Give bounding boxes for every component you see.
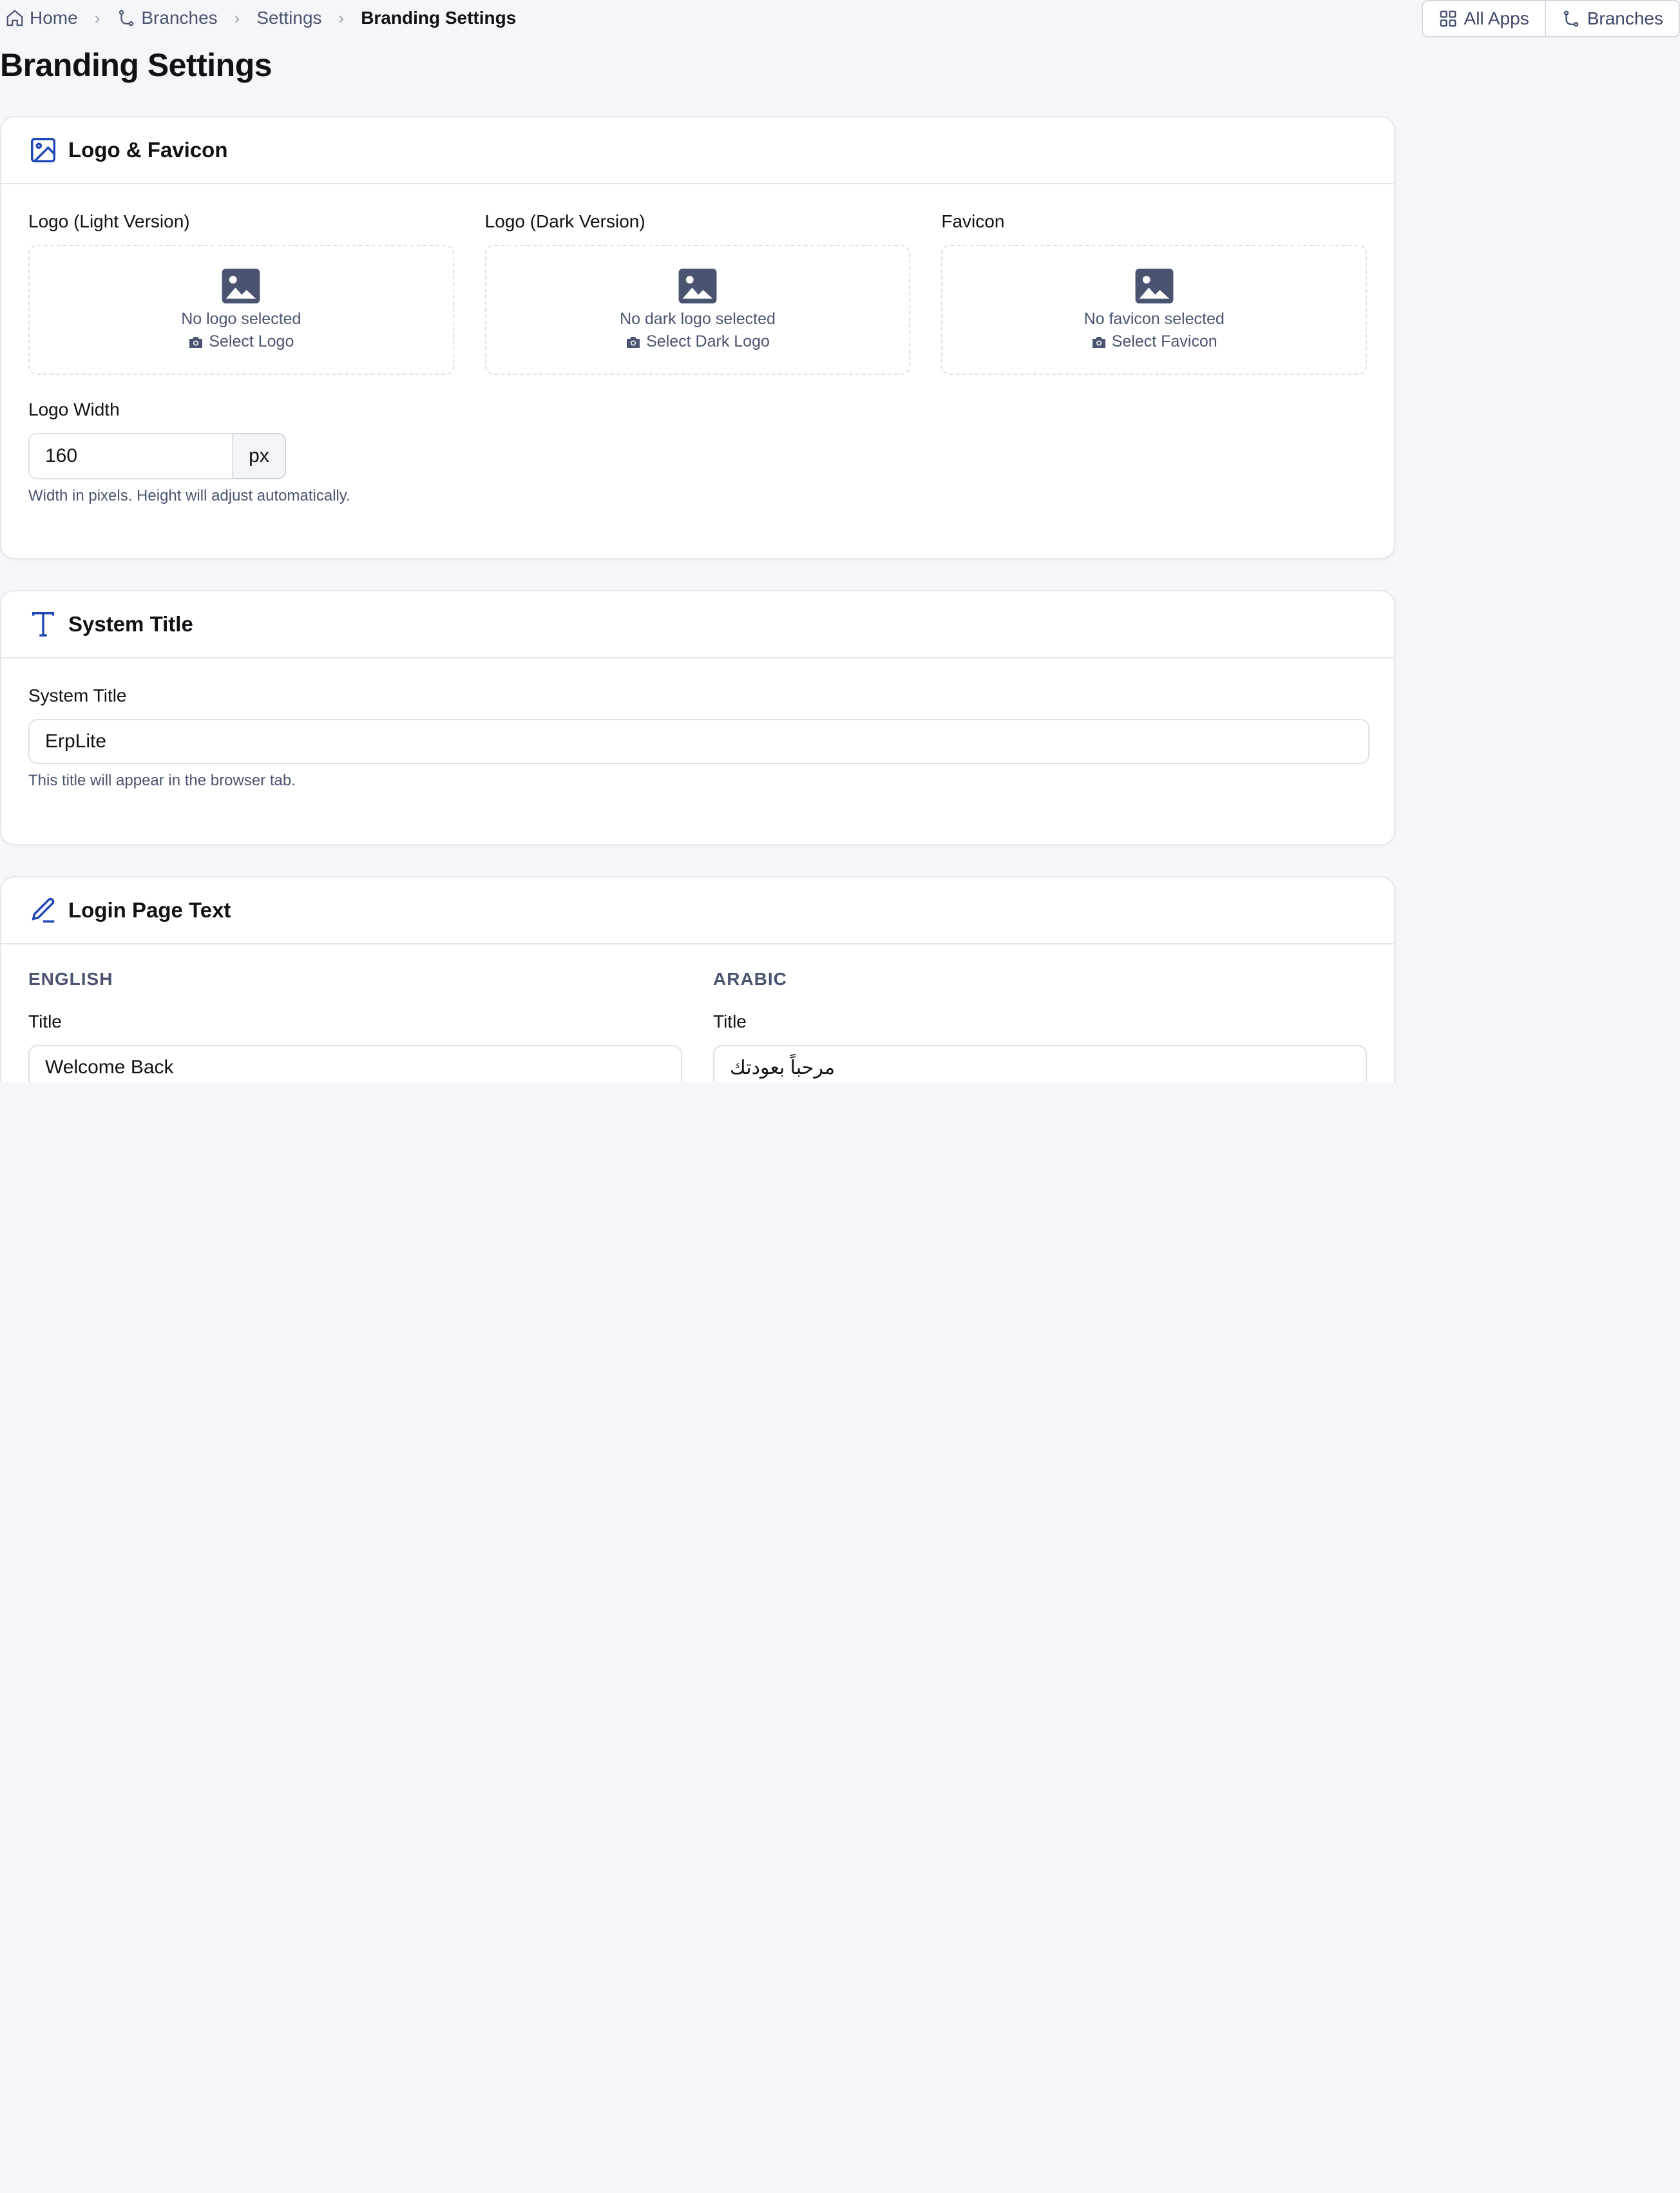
breadcrumb-settings-label: Settings [256, 8, 322, 28]
image-icon [678, 269, 717, 303]
all-apps-label: All Apps [1464, 8, 1529, 28]
select-favicon-button[interactable]: Select Favicon [1091, 332, 1217, 351]
upload-logo-light: Logo (Light Version) No logo selected Se… [28, 211, 454, 375]
card-title: System Title [68, 612, 193, 636]
breadcrumb-separator: › [234, 8, 240, 28]
logo-width-group: 160 px [28, 433, 286, 479]
select-dark-logo-label: Select Dark Logo [646, 332, 770, 350]
home-icon [6, 10, 23, 26]
system-title-help: This title will appear in the browser ta… [28, 772, 296, 789]
arabic-column: ARABIC Title مرحباً بعودتك [713, 969, 1367, 1082]
all-apps-button[interactable]: All Apps [1423, 1, 1545, 36]
logo-width-input[interactable]: 160 [28, 433, 233, 479]
arabic-title-input[interactable]: مرحباً بعودتك [713, 1045, 1367, 1082]
branch-icon [1563, 10, 1578, 27]
camera-icon [1092, 336, 1105, 348]
logo-dark-dropzone[interactable]: No dark logo selected Select Dark Logo [484, 245, 911, 375]
system-title-label: System Title [28, 685, 127, 705]
logo-light-dropzone[interactable]: No logo selected Select Logo [28, 245, 454, 375]
breadcrumb-home[interactable]: Home [5, 8, 78, 28]
branches-label: Branches [1587, 8, 1663, 28]
logo-width-label: Logo Width [28, 399, 120, 419]
breadcrumb: Home › Branches › Settings › Branding Se… [5, 8, 516, 28]
upload-favicon: Favicon No favicon selected Select Favic… [941, 211, 1368, 375]
camera-icon [189, 336, 203, 348]
favicon-dropzone[interactable]: No favicon selected Select Favicon [941, 245, 1368, 375]
logo-width-help: Width in pixels. Height will adjust auto… [28, 487, 350, 504]
branch-icon [119, 10, 134, 26]
arabic-title-label: Title [713, 1011, 747, 1031]
arabic-heading: ARABIC [713, 969, 787, 989]
camera-icon [627, 336, 640, 348]
select-favicon-label: Select Favicon [1111, 332, 1217, 350]
dropzone-empty-text: No favicon selected [1083, 310, 1225, 328]
select-dark-logo-button[interactable]: Select Dark Logo [625, 332, 770, 351]
breadcrumb-current: Branding Settings [361, 8, 516, 28]
page-title: Branding Settings [0, 47, 272, 83]
system-title-input[interactable]: ErpLite [28, 719, 1370, 764]
card-header: Logo & Favicon [1, 117, 1394, 184]
select-logo-button[interactable]: Select Logo [188, 332, 294, 351]
image-icon [31, 138, 55, 162]
select-logo-label: Select Logo [209, 332, 294, 350]
breadcrumb-separator: › [338, 8, 345, 28]
grid-icon [1440, 10, 1456, 27]
upload-logo-dark: Logo (Dark Version) No dark logo selecte… [484, 211, 911, 375]
top-actions: All Apps Branches [1421, 0, 1680, 37]
logo-width-unit: px [233, 433, 286, 479]
breadcrumb-current-label: Branding Settings [361, 8, 517, 28]
card-header: System Title [1, 591, 1394, 658]
card-title: Logo & Favicon [68, 138, 228, 162]
image-icon [1135, 269, 1174, 303]
logo-favicon-card: Logo & Favicon Logo (Light Version) No l… [0, 116, 1395, 559]
card-title: Login Page Text [68, 898, 231, 922]
breadcrumb-settings[interactable]: Settings [256, 8, 321, 28]
breadcrumb-branches-label: Branches [141, 8, 218, 28]
english-column: ENGLISH Title Welcome Back [28, 969, 682, 1082]
breadcrumb-home-label: Home [30, 8, 78, 28]
english-title-input[interactable]: Welcome Back [28, 1045, 682, 1082]
upload-label: Logo (Light Version) [28, 211, 190, 231]
english-title-label: Title [28, 1011, 62, 1031]
upload-label: Favicon [941, 211, 1005, 231]
upload-label: Logo (Dark Version) [484, 211, 645, 231]
english-heading: ENGLISH [28, 969, 113, 989]
system-title-card: System Title System Title ErpLite This t… [0, 590, 1395, 845]
pen-icon [32, 897, 55, 923]
breadcrumb-branches[interactable]: Branches [117, 8, 218, 28]
card-header: Login Page Text [1, 877, 1394, 944]
dropzone-empty-text: No dark logo selected [620, 310, 776, 328]
breadcrumb-separator: › [94, 8, 100, 28]
dropzone-empty-text: No logo selected [181, 310, 301, 328]
login-page-text-card: Login Page Text ENGLISH Title Welcome Ba… [0, 876, 1395, 1082]
image-icon [222, 269, 260, 303]
branches-button[interactable]: Branches [1544, 1, 1679, 36]
text-icon [32, 612, 55, 637]
